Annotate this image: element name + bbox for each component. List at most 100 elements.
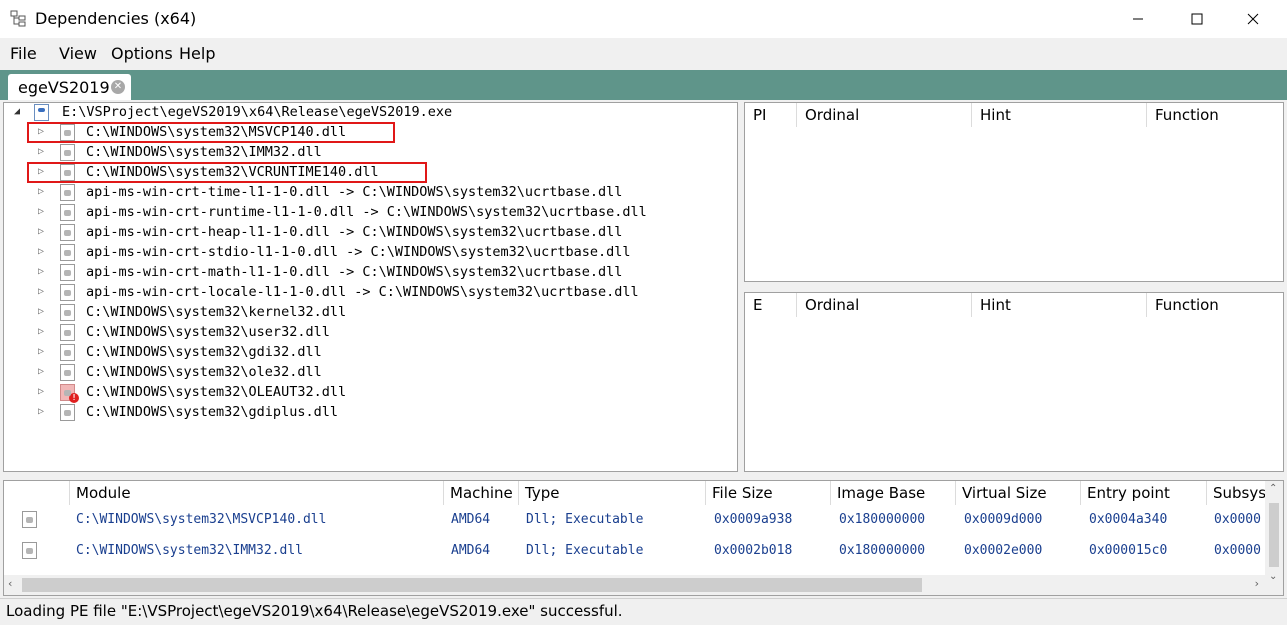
menu-options[interactable]: Options — [111, 44, 173, 63]
expand-arrow-icon[interactable]: ▷ — [38, 186, 44, 197]
col-header-function[interactable]: Function — [1147, 103, 1283, 127]
tree-item[interactable]: ▷ C:\WINDOWS\system32\kernel32.dll — [4, 303, 734, 323]
tree-item[interactable]: ▷ C:\WINDOWS\system32\gdiplus.dll — [4, 403, 734, 423]
error-badge-icon: ! — [69, 393, 79, 403]
menu-file[interactable]: File — [10, 44, 37, 63]
col-header-type[interactable]: Type — [519, 481, 706, 505]
scrollbar-thumb[interactable] — [1269, 503, 1279, 567]
expand-arrow-icon[interactable]: ▷ — [38, 266, 44, 277]
col-header-pi[interactable]: PI — [745, 103, 797, 127]
col-header-entry-point[interactable]: Entry point — [1081, 481, 1207, 505]
expand-arrow-icon[interactable]: ▷ — [38, 306, 44, 317]
tree-item[interactable]: ▷ api-ms-win-crt-runtime-l1-1-0.dll -> C:… — [4, 203, 734, 223]
table-cell[interactable]: C:\WINDOWS\system32\IMM32.dll — [76, 543, 446, 558]
tree-item[interactable]: ▷ api-ms-win-crt-locale-l1-1-0.dll -> C:\… — [4, 283, 734, 303]
expand-arrow-icon[interactable]: ▷ — [38, 326, 44, 337]
table-cell[interactable]: AMD64 — [451, 543, 521, 558]
tree-root-label: E:\VSProject\egeVS2019\x64\Release\egeVS… — [62, 104, 453, 120]
title-bar: Dependencies (x64) — [0, 0, 1287, 38]
tree-item[interactable]: ▷ C:\WINDOWS\system32\ole32.dll — [4, 363, 734, 383]
exports-grid[interactable]: E Ordinal Hint Function — [744, 292, 1284, 472]
col-header-image-base[interactable]: Image Base — [831, 481, 956, 505]
col-header-icon[interactable] — [4, 481, 70, 505]
table-cell[interactable]: 0x180000000 — [839, 512, 957, 527]
col-header-file-size[interactable]: File Size — [706, 481, 831, 505]
scroll-right-icon[interactable]: › — [1255, 577, 1259, 590]
tree-item[interactable]: ▷ C:\WINDOWS\system32\IMM32.dll — [4, 143, 734, 163]
col-header-e[interactable]: E — [745, 293, 797, 317]
tab-strip: egeVS2019 ✕ — [0, 70, 1287, 100]
table-cell[interactable]: AMD64 — [451, 512, 521, 527]
col-header-ordinal[interactable]: Ordinal — [797, 103, 972, 127]
table-cell[interactable]: 0x0000 — [1214, 512, 1264, 527]
imports-grid[interactable]: PI Ordinal Hint Function — [744, 102, 1284, 282]
maximize-icon — [1191, 13, 1203, 25]
tree-item-label: api-ms-win-crt-time-l1-1-0.dll -> C:\WIN… — [86, 184, 623, 200]
expand-arrow-icon[interactable]: ▷ — [38, 346, 44, 357]
tree-item[interactable]: ▷! C:\WINDOWS\system32\OLEAUT32.dll — [4, 383, 734, 403]
table-cell[interactable]: 0x0002b018 — [714, 543, 832, 558]
minimize-button[interactable] — [1115, 0, 1161, 38]
tree-item[interactable]: ▷ C:\WINDOWS\system32\user32.dll — [4, 323, 734, 343]
dll-icon — [60, 304, 75, 321]
table-cell[interactable]: C:\WINDOWS\system32\MSVCP140.dll — [76, 512, 446, 527]
table-cell[interactable]: 0x0009a938 — [714, 512, 832, 527]
close-icon — [1247, 13, 1259, 25]
dependency-tree[interactable]: ◢ E:\VSProject\egeVS2019\x64\Release\ege… — [3, 102, 738, 472]
tree-item[interactable]: ▷ api-ms-win-crt-heap-l1-1-0.dll -> C:\WI… — [4, 223, 734, 243]
expand-arrow-icon[interactable]: ▷ — [38, 406, 44, 417]
table-cell[interactable]: 0x0009d000 — [964, 512, 1082, 527]
tab-egevs2019[interactable]: egeVS2019 ✕ — [8, 74, 131, 100]
col-header-subsystem[interactable]: Subsys — [1207, 481, 1265, 505]
expand-arrow-icon[interactable]: ▷ — [38, 206, 44, 217]
tree-item-label: C:\WINDOWS\system32\OLEAUT32.dll — [86, 384, 347, 400]
col-header-module[interactable]: Module — [70, 481, 444, 505]
scroll-down-icon[interactable]: ⌄ — [1269, 571, 1277, 582]
menu-help[interactable]: Help — [179, 44, 215, 63]
expand-arrow-icon[interactable]: ▷ — [38, 386, 44, 397]
table-cell[interactable]: 0x0000 — [1214, 543, 1264, 558]
tree-item-label: C:\WINDOWS\system32\user32.dll — [86, 324, 330, 340]
maximize-button[interactable] — [1174, 0, 1220, 38]
table-cell[interactable]: Dll; Executable — [526, 543, 706, 558]
table-cell[interactable]: 0x180000000 — [839, 543, 957, 558]
tree-item[interactable]: ▷ api-ms-win-crt-math-l1-1-0.dll -> C:\WI… — [4, 263, 734, 283]
menu-bar: File View Options Help — [0, 38, 1287, 70]
menu-view[interactable]: View — [59, 44, 97, 63]
vertical-scrollbar[interactable]: ⌃ ⌄ — [1265, 481, 1283, 595]
col-header-function[interactable]: Function — [1147, 293, 1283, 317]
table-cell[interactable]: 0x0002e000 — [964, 543, 1082, 558]
scrollbar-thumb[interactable] — [22, 578, 922, 592]
table-cell[interactable]: 0x0004a340 — [1089, 512, 1207, 527]
table-cell[interactable]: Dll; Executable — [526, 512, 706, 527]
tree-item-label: C:\WINDOWS\system32\gdiplus.dll — [86, 404, 338, 420]
scroll-up-icon[interactable]: ⌃ — [1269, 483, 1277, 494]
expand-arrow-icon[interactable]: ▷ — [38, 366, 44, 377]
col-header-hint[interactable]: Hint — [972, 293, 1147, 317]
col-header-machine[interactable]: Machine — [444, 481, 519, 505]
tree-item[interactable]: ▷ api-ms-win-crt-time-l1-1-0.dll -> C:\WI… — [4, 183, 734, 203]
status-bar: Loading PE file "E:\VSProject\egeVS2019\… — [0, 598, 1287, 625]
dll-icon — [60, 364, 75, 381]
col-header-hint[interactable]: Hint — [972, 103, 1147, 127]
expand-arrow-icon[interactable]: ▷ — [38, 226, 44, 237]
tree-item[interactable]: ▷ api-ms-win-crt-stdio-l1-1-0.dll -> C:\W… — [4, 243, 734, 263]
expand-arrow-icon[interactable]: ▷ — [38, 146, 44, 157]
horizontal-scrollbar[interactable]: ‹ › — [4, 575, 1265, 595]
work-area: ◢ E:\VSProject\egeVS2019\x64\Release\ege… — [0, 100, 1287, 598]
col-header-ordinal[interactable]: Ordinal — [797, 293, 972, 317]
dll-icon — [60, 144, 75, 161]
modules-list[interactable]: Module Machine Type File Size Image Base… — [3, 480, 1284, 596]
dll-icon — [60, 224, 75, 241]
collapse-arrow-icon[interactable]: ◢ — [14, 106, 20, 117]
close-button[interactable] — [1230, 0, 1276, 38]
highlight-box — [27, 162, 427, 183]
close-icon[interactable]: ✕ — [111, 80, 125, 94]
expand-arrow-icon[interactable]: ▷ — [38, 286, 44, 297]
tree-root[interactable]: ◢ E:\VSProject\egeVS2019\x64\Release\ege… — [4, 103, 734, 123]
expand-arrow-icon[interactable]: ▷ — [38, 246, 44, 257]
scroll-left-icon[interactable]: ‹ — [8, 577, 12, 590]
table-cell[interactable]: 0x000015c0 — [1089, 543, 1207, 558]
col-header-virtual-size[interactable]: Virtual Size — [956, 481, 1081, 505]
tree-item[interactable]: ▷ C:\WINDOWS\system32\gdi32.dll — [4, 343, 734, 363]
